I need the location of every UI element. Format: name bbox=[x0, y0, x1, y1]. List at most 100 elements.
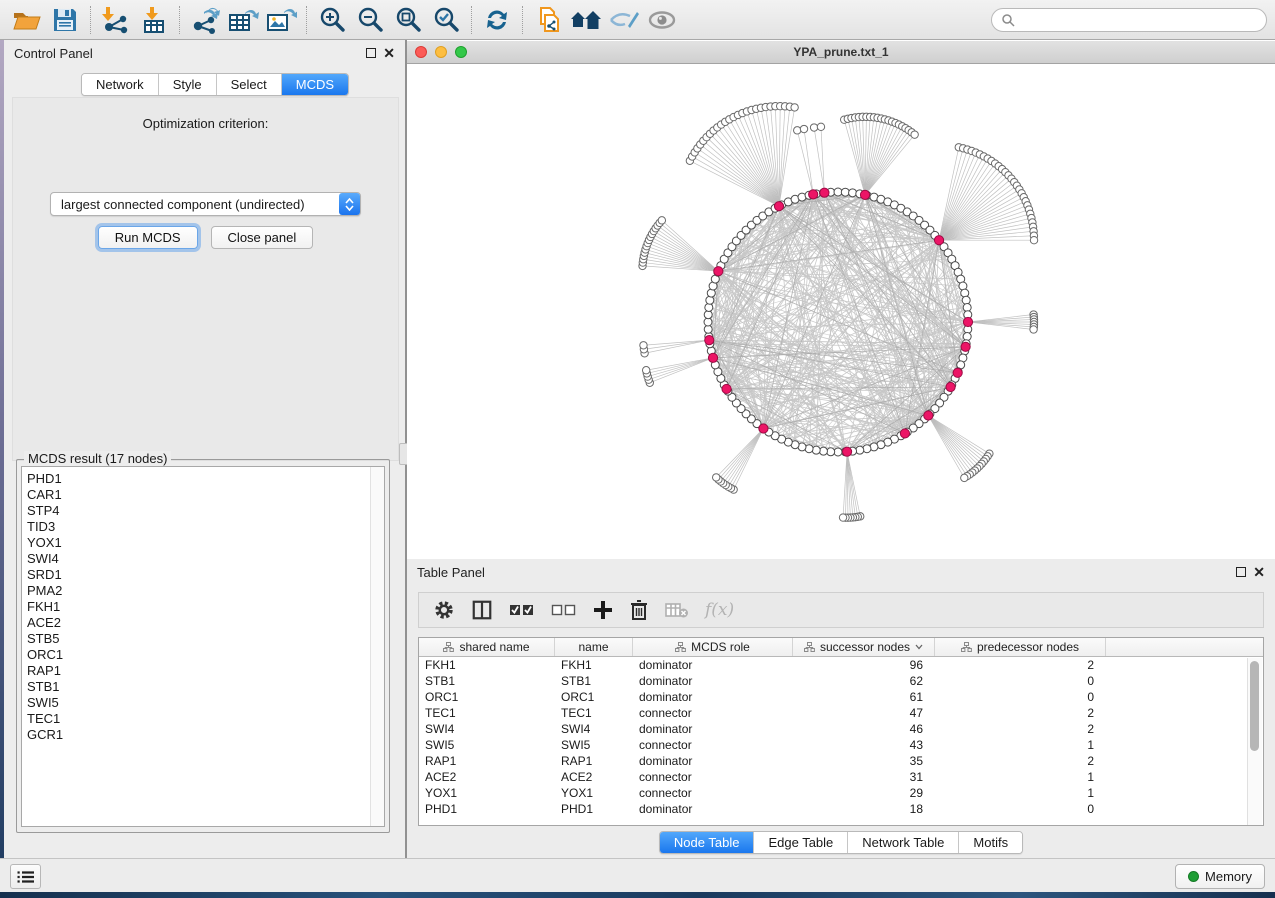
graph-leaf-node[interactable] bbox=[961, 474, 968, 481]
result-list-item[interactable]: RAP1 bbox=[27, 663, 384, 679]
result-list-item[interactable]: STB5 bbox=[27, 631, 384, 647]
graph-node[interactable] bbox=[856, 446, 864, 454]
graph-node[interactable] bbox=[827, 448, 835, 456]
result-list-item[interactable]: PHD1 bbox=[27, 471, 384, 487]
show-all-icon[interactable] bbox=[643, 3, 681, 37]
graph-mcds-node[interactable] bbox=[820, 188, 829, 197]
graph-mcds-node[interactable] bbox=[953, 368, 962, 377]
network-graph[interactable] bbox=[407, 64, 1275, 558]
graph-mcds-node[interactable] bbox=[708, 353, 717, 362]
result-list-item[interactable]: ORC1 bbox=[27, 647, 384, 663]
zoom-selected-icon[interactable] bbox=[427, 3, 465, 37]
zoom-out-icon[interactable] bbox=[351, 3, 389, 37]
search-input[interactable] bbox=[1020, 13, 1257, 27]
delete-column-icon[interactable] bbox=[629, 599, 649, 621]
graph-mcds-node[interactable] bbox=[924, 411, 933, 420]
result-list-item[interactable]: TID3 bbox=[27, 519, 384, 535]
result-scrollbar[interactable] bbox=[370, 467, 384, 826]
save-session-icon[interactable] bbox=[46, 3, 84, 37]
graph-node[interactable] bbox=[849, 189, 857, 197]
graph-node[interactable] bbox=[819, 447, 827, 455]
graph-mcds-node[interactable] bbox=[934, 236, 943, 245]
graph-node[interactable] bbox=[961, 289, 969, 297]
zoom-in-icon[interactable] bbox=[313, 3, 351, 37]
tab-motifs[interactable]: Motifs bbox=[959, 832, 1022, 853]
export-table-icon[interactable] bbox=[224, 3, 262, 37]
table-row[interactable]: SWI5SWI5connector431 bbox=[419, 737, 1263, 753]
graph-mcds-node[interactable] bbox=[963, 317, 972, 326]
tab-network[interactable]: Network bbox=[82, 74, 159, 95]
result-list-item[interactable]: FKH1 bbox=[27, 599, 384, 615]
criterion-dropdown[interactable]: largest connected component (undirected) bbox=[50, 192, 361, 216]
export-network-icon[interactable] bbox=[186, 3, 224, 37]
table-row[interactable]: TEC1TEC1connector472 bbox=[419, 705, 1263, 721]
split-columns-icon[interactable] bbox=[471, 599, 493, 621]
float-panel-icon[interactable] bbox=[366, 48, 376, 58]
table-row[interactable]: STB1STB1dominator620 bbox=[419, 673, 1263, 689]
mcds-result-list[interactable]: PHD1CAR1STP4TID3YOX1SWI4SRD1PMA2FKH1ACE2… bbox=[21, 466, 385, 827]
graph-mcds-node[interactable] bbox=[860, 190, 869, 199]
graph-node[interactable] bbox=[812, 446, 820, 454]
unselect-all-columns-icon[interactable] bbox=[551, 601, 577, 619]
search-field[interactable] bbox=[991, 8, 1267, 32]
result-list-item[interactable]: SWI4 bbox=[27, 551, 384, 567]
tab-network-table[interactable]: Network Table bbox=[848, 832, 959, 853]
table-row[interactable]: SWI4SWI4dominator462 bbox=[419, 721, 1263, 737]
graph-mcds-node[interactable] bbox=[961, 342, 970, 351]
import-network-icon[interactable] bbox=[97, 3, 135, 37]
graph-node[interactable] bbox=[963, 303, 971, 311]
graph-mcds-node[interactable] bbox=[714, 267, 723, 276]
open-session-icon[interactable] bbox=[8, 3, 46, 37]
float-panel-icon[interactable] bbox=[1236, 567, 1246, 577]
network-titlebar[interactable]: YPA_prune.txt_1 bbox=[407, 41, 1275, 64]
graph-mcds-node[interactable] bbox=[774, 202, 783, 211]
graph-leaf-node[interactable] bbox=[810, 124, 817, 131]
result-list-item[interactable]: YOX1 bbox=[27, 535, 384, 551]
close-panel-button[interactable]: Close panel bbox=[211, 226, 314, 249]
column-header-name[interactable]: name bbox=[555, 638, 633, 656]
graph-leaf-node[interactable] bbox=[839, 514, 846, 521]
graph-leaf-node[interactable] bbox=[642, 367, 649, 374]
graph-mcds-node[interactable] bbox=[946, 382, 955, 391]
graph-mcds-node[interactable] bbox=[809, 190, 818, 199]
close-panel-icon[interactable]: ✕ bbox=[1253, 565, 1265, 579]
tab-mcds[interactable]: MCDS bbox=[282, 74, 348, 95]
graph-node[interactable] bbox=[863, 445, 871, 453]
result-list-item[interactable]: CAR1 bbox=[27, 487, 384, 503]
graph-node[interactable] bbox=[704, 311, 712, 319]
table-row[interactable]: RAP1RAP1dominator352 bbox=[419, 753, 1263, 769]
table-scrollbar[interactable] bbox=[1247, 658, 1262, 825]
graph-mcds-node[interactable] bbox=[842, 447, 851, 456]
tab-edge-table[interactable]: Edge Table bbox=[754, 832, 848, 853]
copy-network-icon[interactable] bbox=[529, 3, 567, 37]
graph-leaf-node[interactable] bbox=[911, 131, 918, 138]
graph-mcds-node[interactable] bbox=[705, 335, 714, 344]
graph-leaf-node[interactable] bbox=[640, 342, 647, 349]
close-panel-icon[interactable]: ✕ bbox=[383, 46, 395, 60]
run-mcds-button[interactable]: Run MCDS bbox=[98, 226, 198, 249]
result-list-item[interactable]: ACE2 bbox=[27, 615, 384, 631]
graph-leaf-node[interactable] bbox=[794, 127, 801, 134]
refresh-layout-icon[interactable] bbox=[478, 3, 516, 37]
graph-node[interactable] bbox=[963, 333, 971, 341]
column-header-shared-name[interactable]: shared name bbox=[419, 638, 555, 656]
result-list-item[interactable]: STP4 bbox=[27, 503, 384, 519]
graph-leaf-node[interactable] bbox=[817, 123, 824, 130]
graph-leaf-node[interactable] bbox=[791, 104, 798, 111]
graph-leaf-node[interactable] bbox=[1030, 236, 1037, 243]
graph-mcds-node[interactable] bbox=[722, 384, 731, 393]
result-list-item[interactable]: STB1 bbox=[27, 679, 384, 695]
table-row[interactable]: FKH1FKH1dominator962 bbox=[419, 657, 1263, 673]
graph-leaf-node[interactable] bbox=[658, 217, 665, 224]
first-neighbors-icon[interactable] bbox=[567, 3, 605, 37]
result-list-item[interactable]: SWI5 bbox=[27, 695, 384, 711]
result-list-item[interactable]: SRD1 bbox=[27, 567, 384, 583]
add-column-icon[interactable] bbox=[593, 600, 613, 620]
result-list-item[interactable]: GCR1 bbox=[27, 727, 384, 743]
table-row[interactable]: ORC1ORC1dominator610 bbox=[419, 689, 1263, 705]
zoom-fit-icon[interactable] bbox=[389, 3, 427, 37]
table-settings-icon[interactable] bbox=[433, 599, 455, 621]
select-all-columns-icon[interactable] bbox=[509, 601, 535, 619]
graph-mcds-node[interactable] bbox=[759, 424, 768, 433]
graph-node[interactable] bbox=[841, 188, 849, 196]
